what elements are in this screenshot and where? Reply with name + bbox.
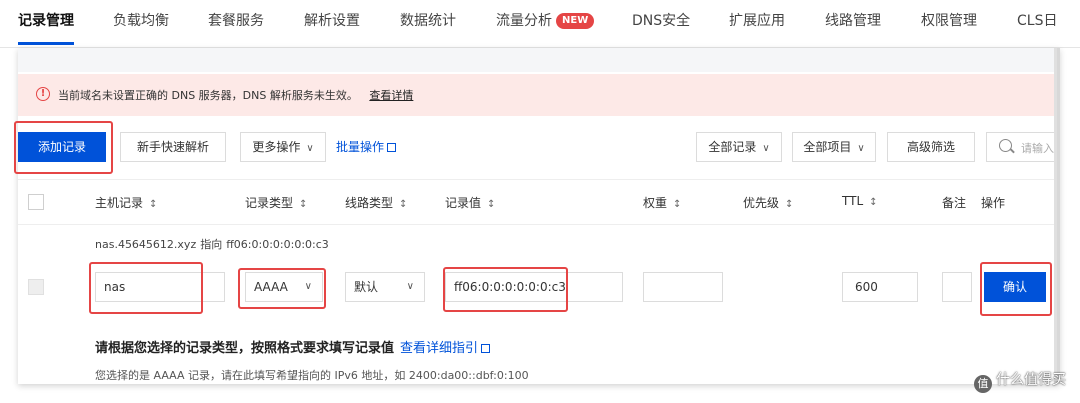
quick-resolve-button[interactable]: 新手快速解析	[120, 132, 226, 162]
more-actions-button[interactable]: 更多操作 ∨	[240, 132, 326, 162]
tab-traffic-analysis[interactable]: 流量分析 NEW	[496, 0, 595, 48]
chevron-down-icon: ∨	[762, 143, 770, 154]
ttl-input[interactable]: 600	[842, 272, 918, 302]
col-ttl[interactable]: TTL ↕	[842, 194, 878, 208]
col-line[interactable]: 线路类型 ↕	[345, 194, 407, 211]
dns-warning-alert: ! 当前域名未设置正确的 DNS 服务器，DNS 解析服务未生效。 查看详情	[18, 74, 1057, 116]
guide-link[interactable]: 查看详细指引	[400, 341, 491, 356]
alert-message: 当前域名未设置正确的 DNS 服务器，DNS 解析服务未生效。	[58, 89, 358, 102]
chevron-down-icon: ∨	[306, 143, 314, 154]
sort-icon: ↕	[149, 199, 158, 210]
value-format-tip: 请根据您选择的记录类型，按照格式要求填写记录值 查看详细指引	[95, 337, 491, 356]
chevron-down-icon: ∨	[857, 143, 865, 154]
sort-icon: ↕	[487, 199, 496, 210]
advanced-filter-button[interactable]: 高级筛选	[887, 132, 975, 162]
new-badge: NEW	[556, 13, 595, 29]
col-actions: 操作	[981, 196, 1006, 210]
search-icon	[999, 139, 1012, 152]
table-header: 主机记录 ↕ 记录类型 ↕ 线路类型 ↕ 记录值 ↕ 权重 ↕ 优先级 ↕ TTL ↕ 备注 …	[18, 179, 1057, 225]
col-priority[interactable]: 优先级 ↕	[743, 194, 793, 211]
top-strip	[18, 48, 1057, 72]
tab-cls[interactable]: CLS日	[1017, 0, 1057, 48]
search-box[interactable]: 请输入	[986, 132, 1057, 162]
col-type[interactable]: 记录类型 ↕	[245, 194, 307, 211]
watermark: 值什么值得买	[974, 369, 1066, 393]
watermark-logo-icon: 值	[974, 375, 992, 393]
select-all-checkbox[interactable]	[28, 194, 44, 210]
record-preview: nas.45645612.xyz 指向 ff06:0:0:0:0:0:0:c3	[95, 238, 329, 251]
warning-circle-icon: !	[36, 87, 50, 101]
col-value[interactable]: 记录值 ↕	[445, 194, 495, 211]
aaaa-record-tip: 您选择的是 AAAA 记录，请在此填写希望指向的 IPv6 地址，如 2400:…	[95, 369, 529, 382]
row-checkbox	[28, 279, 44, 295]
tab-permission-management[interactable]: 权限管理	[921, 0, 977, 48]
record-panel: ! 当前域名未设置正确的 DNS 服务器，DNS 解析服务未生效。 查看详情 添…	[18, 48, 1060, 384]
batch-ops-link[interactable]: 批量操作	[336, 132, 397, 162]
highlight-value	[443, 267, 568, 312]
tab-dns-security[interactable]: DNS安全	[632, 0, 690, 48]
highlight-host	[89, 262, 203, 314]
chevron-down-icon: ∨	[406, 281, 414, 292]
all-records-select[interactable]: 全部记录 ∨	[696, 132, 782, 162]
tab-line-management[interactable]: 线路管理	[825, 0, 881, 48]
tab-extensions[interactable]: 扩展应用	[729, 0, 785, 48]
remark-input[interactable]	[942, 272, 972, 302]
all-items-select[interactable]: 全部项目 ∨	[792, 132, 876, 162]
highlight-type	[238, 268, 326, 309]
scrollbar[interactable]	[1054, 48, 1057, 384]
tab-record-management[interactable]: 记录管理	[18, 0, 74, 48]
sort-icon: ↕	[299, 199, 308, 210]
tab-resolve-settings[interactable]: 解析设置	[304, 0, 360, 48]
tab-plan-service[interactable]: 套餐服务	[208, 0, 264, 48]
col-host[interactable]: 主机记录 ↕	[95, 194, 157, 211]
sort-icon: ↕	[869, 197, 878, 208]
col-weight[interactable]: 权重 ↕	[643, 194, 681, 211]
tab-statistics[interactable]: 数据统计	[400, 0, 456, 48]
tab-bar: 记录管理 负载均衡 套餐服务 解析设置 数据统计 流量分析 NEW DNS安全 扩…	[0, 0, 1080, 48]
search-input[interactable]: 请输入	[1021, 140, 1054, 156]
weight-input[interactable]	[643, 272, 723, 302]
tab-load-balancing[interactable]: 负载均衡	[113, 0, 169, 48]
external-link-icon	[481, 344, 491, 353]
sort-icon: ↕	[673, 199, 682, 210]
external-link-icon	[387, 143, 397, 152]
sort-icon: ↕	[399, 199, 408, 210]
col-remark: 备注	[942, 196, 967, 210]
line-type-select[interactable]: 默认 ∨	[345, 272, 425, 302]
view-details-link[interactable]: 查看详情	[369, 89, 413, 102]
highlight-add-record	[14, 121, 113, 174]
highlight-confirm	[980, 262, 1052, 316]
sort-icon: ↕	[785, 199, 794, 210]
